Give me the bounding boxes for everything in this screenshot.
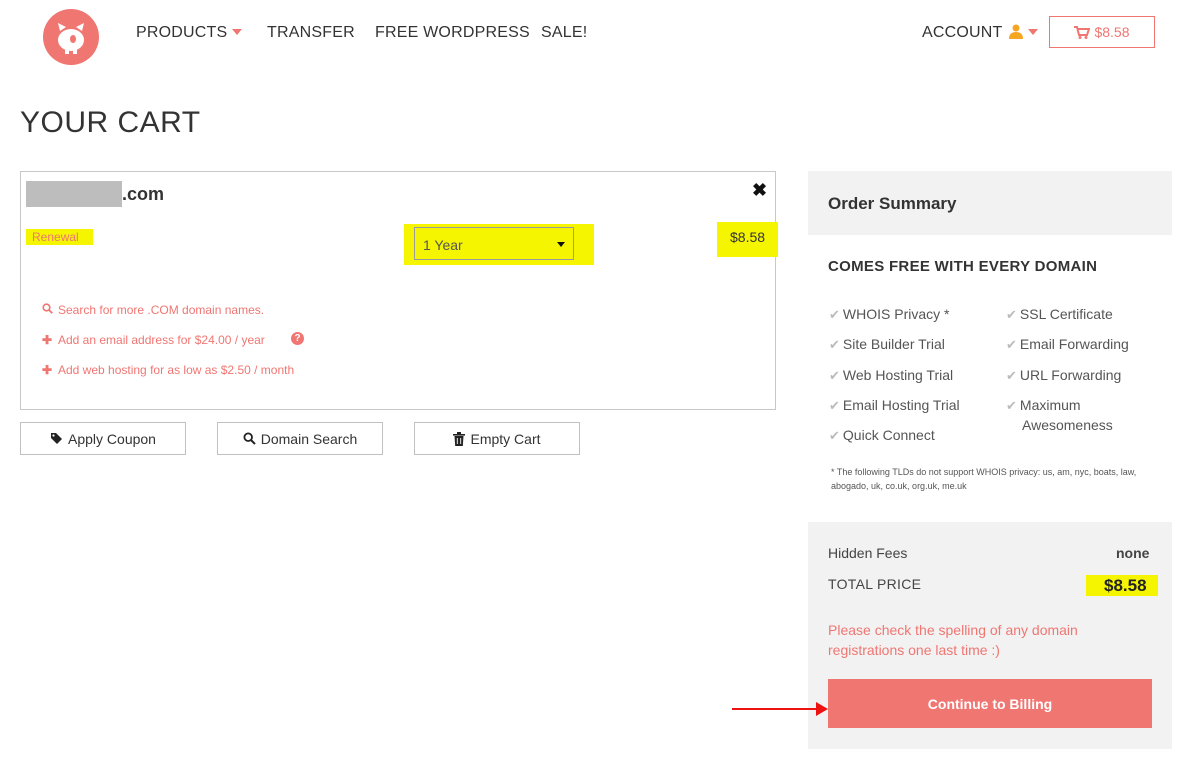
feature-label: SSL Certificate <box>1019 306 1113 322</box>
feature-awesomeness: Awesomeness <box>1022 417 1113 433</box>
redacted-domain-name <box>26 181 122 207</box>
plus-icon: ✚ <box>42 363 53 377</box>
feature-url-forwarding: ✔ URL Forwarding <box>1006 367 1121 384</box>
feature-email-hosting: ✔ Email Hosting Trial <box>829 397 960 414</box>
logo-icon[interactable] <box>43 9 99 65</box>
arrow-head-icon <box>816 702 828 716</box>
spelling-note: Please check the spelling of any domain … <box>828 622 1078 658</box>
cart-icon <box>1074 25 1091 39</box>
search-more-link[interactable]: Search for more .COM domain names. <box>42 303 264 317</box>
feature-label: Email Forwarding <box>1019 336 1129 352</box>
user-icon <box>1008 24 1023 39</box>
apply-coupon-label: Apply Coupon <box>68 430 156 447</box>
feature-quick-connect: ✔ Quick Connect <box>829 427 935 444</box>
feature-label: Site Builder Trial <box>842 336 945 352</box>
cart-total: $8.58 <box>1094 24 1130 40</box>
domain-search-label: Domain Search <box>260 430 358 447</box>
feature-label: Maximum <box>1019 397 1081 413</box>
check-icon: ✔ <box>1006 368 1017 383</box>
caret-down-icon <box>232 28 243 35</box>
cart-button[interactable]: $8.58 <box>1049 16 1155 48</box>
order-summary-title: Order Summary <box>828 194 957 213</box>
domain-search-button[interactable]: Domain Search <box>217 422 383 455</box>
feature-label: WHOIS Privacy * <box>842 306 950 322</box>
check-icon: ✔ <box>829 337 840 352</box>
feature-ssl: ✔ SSL Certificate <box>1006 306 1113 323</box>
whois-footnote: * The following TLDs do not support WHOI… <box>831 467 1137 491</box>
page-title: YOUR CART <box>20 106 201 139</box>
hidden-fees-value: none <box>1116 545 1150 561</box>
term-select[interactable]: 1 Year <box>414 227 574 260</box>
nav-transfer[interactable]: TRANSFER <box>267 24 355 42</box>
arrow-annotation <box>732 708 818 710</box>
add-email-link[interactable]: ✚ Add an email address for $24.00 / year <box>42 333 265 347</box>
close-icon[interactable]: ✖ <box>752 180 767 201</box>
renewal-badge: Renewal <box>26 229 93 245</box>
caret-down-icon <box>1027 28 1038 35</box>
continue-to-billing-button[interactable]: Continue to Billing <box>828 679 1152 728</box>
check-icon: ✔ <box>1006 398 1017 413</box>
add-email-label: Add an email address for $24.00 / year <box>58 333 265 347</box>
feature-email-forwarding: ✔ Email Forwarding <box>1006 336 1129 353</box>
search-icon <box>243 432 256 445</box>
total-price-value: $8.58 <box>1104 576 1147 595</box>
nav-free-wordpress[interactable]: FREE WORDPRESS <box>375 24 530 42</box>
term-value: 1 Year <box>423 237 463 253</box>
search-icon <box>42 303 54 317</box>
feature-web-hosting: ✔ Web Hosting Trial <box>829 367 953 384</box>
feature-label: Quick Connect <box>842 427 935 443</box>
check-icon: ✔ <box>829 368 840 383</box>
nav-products-label: PRODUCTS <box>136 24 228 41</box>
domain-tld: .com <box>122 184 165 204</box>
feature-label: URL Forwarding <box>1019 367 1122 383</box>
apply-coupon-button[interactable]: Apply Coupon <box>20 422 186 455</box>
item-price: $8.58 <box>730 229 766 245</box>
total-price-label: TOTAL PRICE <box>828 576 922 592</box>
search-more-label: Search for more .COM domain names. <box>58 303 265 317</box>
add-hosting-label: Add web hosting for as low as $2.50 / mo… <box>58 363 295 377</box>
tag-icon <box>51 433 63 444</box>
feature-whois: ✔ WHOIS Privacy * <box>829 306 949 323</box>
account-menu[interactable]: ACCOUNT <box>922 24 1038 42</box>
feature-site-builder: ✔ Site Builder Trial <box>829 336 945 353</box>
feature-label: Email Hosting Trial <box>842 397 960 413</box>
check-icon: ✔ <box>829 428 840 443</box>
check-icon: ✔ <box>1006 307 1017 322</box>
question-icon[interactable]: ? <box>291 332 304 345</box>
check-icon: ✔ <box>829 398 840 413</box>
plus-icon: ✚ <box>42 333 53 347</box>
trash-icon <box>453 431 466 446</box>
empty-cart-label: Empty Cart <box>470 430 541 447</box>
account-label: ACCOUNT <box>922 24 1003 41</box>
nav-sale[interactable]: SALE! <box>541 24 587 42</box>
check-icon: ✔ <box>1006 337 1017 352</box>
hidden-fees-label: Hidden Fees <box>828 545 908 561</box>
check-icon: ✔ <box>829 307 840 322</box>
free-features-title: COMES FREE WITH EVERY DOMAIN <box>828 258 1098 275</box>
feature-label: Web Hosting Trial <box>842 367 954 383</box>
caret-down-icon <box>557 242 565 247</box>
empty-cart-button[interactable]: Empty Cart <box>414 422 580 455</box>
feature-maximum: ✔ Maximum <box>1006 397 1081 414</box>
nav-products[interactable]: PRODUCTS <box>136 24 243 42</box>
add-hosting-link[interactable]: ✚ Add web hosting for as low as $2.50 / m… <box>42 363 294 377</box>
